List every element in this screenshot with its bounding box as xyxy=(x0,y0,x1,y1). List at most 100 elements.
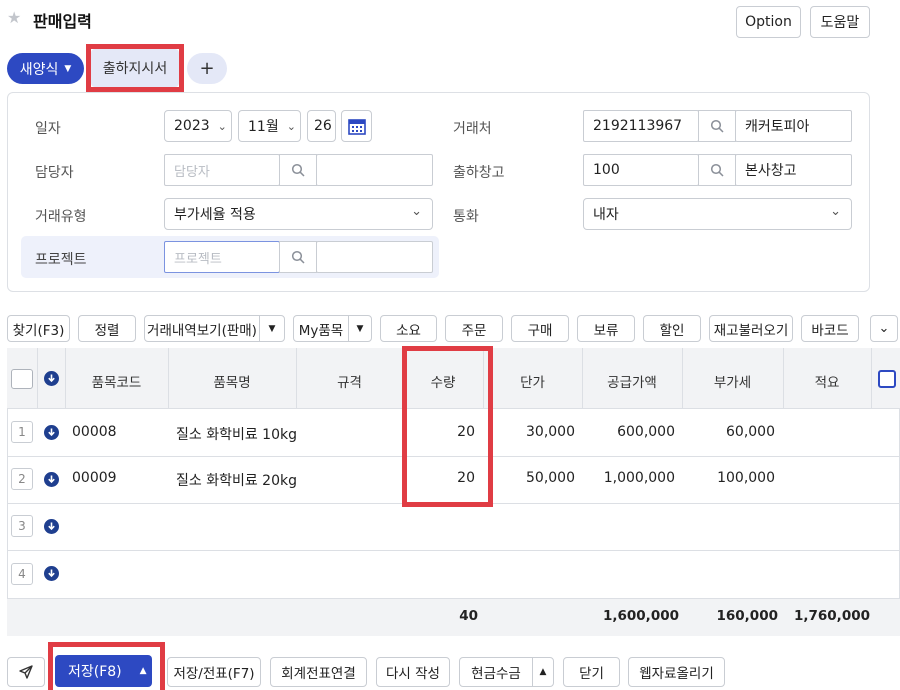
toolbar-more-chevron-icon[interactable]: ⌄ xyxy=(870,315,898,342)
row-number[interactable]: 4 xyxy=(11,563,33,585)
barcode-button[interactable]: 바코드 xyxy=(801,315,859,342)
item-code[interactable]: 00008 xyxy=(72,424,117,440)
date-label: 일자 xyxy=(35,121,61,137)
col-divider xyxy=(37,348,38,408)
warehouse-code-input[interactable]: 100 xyxy=(583,154,699,186)
year-select[interactable]: 2023 ⌄ xyxy=(164,110,232,142)
download-circle-icon[interactable] xyxy=(44,566,59,581)
history-dropdown-icon[interactable]: ▼ xyxy=(259,315,285,342)
calendar-icon[interactable] xyxy=(341,110,372,142)
month-select[interactable]: 11월 ⌄ xyxy=(238,110,301,142)
month-value: 11월 xyxy=(248,119,279,135)
warehouse-name-field[interactable]: 본사창고 xyxy=(735,154,852,186)
item-qty[interactable]: 20 xyxy=(403,424,475,440)
item-price[interactable]: 30,000 xyxy=(483,424,575,440)
project-placeholder: 프로젝트 xyxy=(174,251,222,267)
row-number[interactable]: 2 xyxy=(11,468,33,490)
new-template-button[interactable]: 새양식 ▼ xyxy=(7,53,84,84)
item-supply[interactable]: 600,000 xyxy=(582,424,675,440)
tab-shipping-order[interactable]: 출하지시서 xyxy=(91,49,179,87)
customer-code-input[interactable]: 2192113967 xyxy=(583,110,699,142)
item-code[interactable]: 00009 xyxy=(72,470,117,486)
save-slip-button[interactable]: 저장/전표(F7) xyxy=(167,657,261,687)
col-header-qty[interactable]: 수량 xyxy=(403,371,483,391)
column-settings-checkbox[interactable] xyxy=(878,370,896,388)
customer-name-field[interactable]: 캐커토피아 xyxy=(735,110,852,142)
project-name-field[interactable] xyxy=(316,241,433,273)
currency-label: 통화 xyxy=(453,209,479,225)
project-input[interactable]: 프로젝트 xyxy=(164,241,280,273)
row-divider xyxy=(7,598,900,599)
col-header-spec[interactable]: 규격 xyxy=(296,371,403,391)
purchase-button[interactable]: 구매 xyxy=(511,315,569,342)
year-value: 2023 xyxy=(174,118,210,134)
col-header-note[interactable]: 적요 xyxy=(783,371,871,391)
download-circle-icon[interactable] xyxy=(44,519,59,534)
caret-up-icon[interactable]: ▲ xyxy=(140,666,147,676)
col-header-vat[interactable]: 부가세 xyxy=(682,371,783,391)
history-button[interactable]: 거래내역보기(판매) xyxy=(144,315,260,342)
add-tab-button[interactable]: + xyxy=(187,53,227,84)
project-search-icon[interactable] xyxy=(279,241,317,273)
row-divider xyxy=(7,503,900,504)
item-vat[interactable]: 60,000 xyxy=(682,424,775,440)
download-circle-icon[interactable] xyxy=(44,472,59,487)
my-items-dropdown-icon[interactable]: ▼ xyxy=(348,315,372,342)
option-button[interactable]: Option xyxy=(736,6,801,38)
web-upload-button[interactable]: 웹자료올리기 xyxy=(628,657,725,687)
find-button[interactable]: 찾기(F3) xyxy=(7,315,70,342)
select-all-checkbox[interactable] xyxy=(11,369,33,389)
item-supply[interactable]: 1,000,000 xyxy=(582,470,675,486)
manager-name-field[interactable] xyxy=(316,154,433,186)
save-label: 저장(F8) xyxy=(68,664,122,680)
discount-button[interactable]: 할인 xyxy=(643,315,701,342)
my-items-button[interactable]: My품목 xyxy=(293,315,349,342)
day-input[interactable]: 26 xyxy=(307,110,336,142)
rewrite-button[interactable]: 다시 작성 xyxy=(376,657,450,687)
order-button[interactable]: 주문 xyxy=(445,315,503,342)
page-title: 판매입력 xyxy=(33,12,92,31)
item-name[interactable]: 질소 화학비료 10kg xyxy=(176,424,297,444)
save-button[interactable]: 저장(F8) ▲ xyxy=(55,655,152,687)
total-vat: 160,000 xyxy=(716,608,779,624)
load-stock-button[interactable]: 재고불러오기 xyxy=(709,315,793,342)
col-header-supply[interactable]: 공급가액 xyxy=(582,371,682,391)
chevron-down-icon: ⌄ xyxy=(411,204,422,219)
download-circle-icon[interactable] xyxy=(44,425,59,440)
warehouse-label: 출하창고 xyxy=(453,165,505,181)
help-button[interactable]: 도움말 xyxy=(810,6,870,38)
col-header-price[interactable]: 단가 xyxy=(483,371,582,391)
close-button[interactable]: 닫기 xyxy=(563,657,620,687)
item-name[interactable]: 질소 화학비료 20kg xyxy=(176,470,297,490)
project-label: 프로젝트 xyxy=(35,252,87,268)
warehouse-search-icon[interactable] xyxy=(698,154,736,186)
new-template-label: 새양식 xyxy=(19,61,59,78)
sort-button[interactable]: 정렬 xyxy=(78,315,136,342)
txn-type-value: 부가세율 적용 xyxy=(174,207,256,223)
chevron-down-icon: ⌄ xyxy=(217,119,227,133)
consume-button[interactable]: 소요 xyxy=(380,315,437,342)
download-circle-icon[interactable] xyxy=(44,371,59,386)
customer-search-icon[interactable] xyxy=(698,110,736,142)
cash-receipt-button[interactable]: 현금수금 xyxy=(459,657,533,687)
total-supply: 1,600,000 xyxy=(602,608,679,624)
manager-placeholder: 담당자 xyxy=(174,164,210,180)
send-icon[interactable] xyxy=(7,657,45,687)
manager-input[interactable]: 담당자 xyxy=(164,154,280,186)
item-vat[interactable]: 100,000 xyxy=(682,470,775,486)
item-price[interactable]: 50,000 xyxy=(483,470,575,486)
row-number[interactable]: 3 xyxy=(11,515,33,537)
hold-button[interactable]: 보류 xyxy=(577,315,635,342)
favorite-star-icon[interactable]: ★ xyxy=(7,10,23,26)
item-qty[interactable]: 20 xyxy=(403,470,475,486)
row-number[interactable]: 1 xyxy=(11,421,33,443)
col-header-code[interactable]: 품목코드 xyxy=(65,371,168,391)
currency-select[interactable]: 내자 ⌄ xyxy=(583,198,852,230)
manager-search-icon[interactable] xyxy=(279,154,317,186)
accounting-link-button[interactable]: 회계전표연결 xyxy=(270,657,367,687)
customer-label: 거래처 xyxy=(453,121,492,137)
col-header-name[interactable]: 품목명 xyxy=(168,371,296,391)
txn-type-select[interactable]: 부가세율 적용 ⌄ xyxy=(164,198,433,230)
row-divider xyxy=(7,550,900,551)
cash-receipt-caret-up-icon[interactable]: ▲ xyxy=(532,657,554,687)
